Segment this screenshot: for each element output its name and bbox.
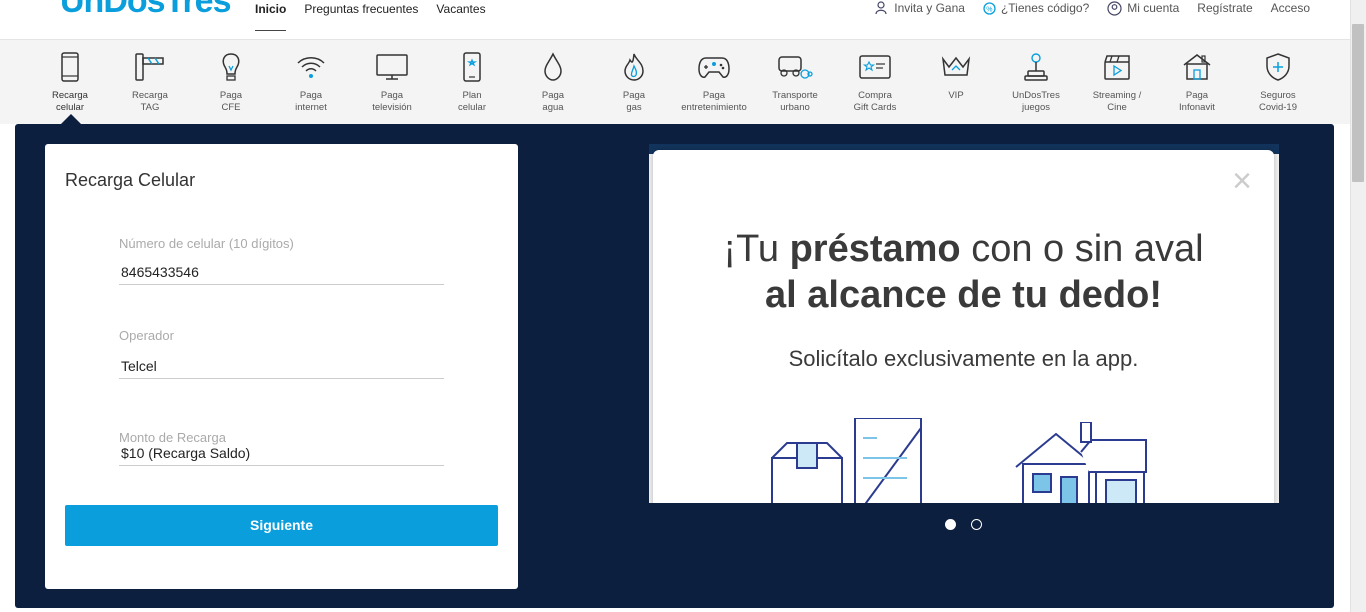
operator-label: Operador bbox=[119, 328, 174, 343]
bulb-icon bbox=[222, 53, 240, 81]
close-icon[interactable]: × bbox=[1232, 164, 1252, 198]
promo-banner[interactable]: × ¡Tu préstamo con o sin aval al alcance… bbox=[649, 144, 1279, 503]
invite-icon bbox=[875, 1, 887, 15]
top-navbar: UnDosTres Inicio Preguntas frecuentes Va… bbox=[0, 0, 1350, 40]
carousel-dot-2[interactable] bbox=[971, 519, 982, 530]
service-label: UnDosTres juegos bbox=[1012, 90, 1060, 113]
water-drop-icon bbox=[544, 52, 562, 81]
code-label: ¿Tienes código? bbox=[1000, 1, 1090, 15]
invite-link[interactable]: Invita y Gana bbox=[875, 0, 965, 16]
user-icon bbox=[1107, 0, 1122, 16]
promo-subtitle: Solicítalo exclusivamente en la app. bbox=[788, 346, 1139, 371]
account-nav: Invita y Gana % ¿Tienes código? Mi cuent… bbox=[857, 0, 1310, 16]
service-undostres-juegos[interactable]: UnDosTres juegos bbox=[996, 50, 1076, 113]
service-paga-gas[interactable]: Paga gas bbox=[594, 50, 674, 113]
service-streaming-cine[interactable]: Streaming / Cine bbox=[1077, 50, 1157, 113]
promo-line1-post: con o sin aval bbox=[960, 228, 1204, 270]
phone-input[interactable]: 8465433546 bbox=[119, 264, 444, 285]
main-nav: Inicio Preguntas frecuentes Vacantes bbox=[255, 0, 504, 40]
service-label: Streaming / Cine bbox=[1092, 90, 1142, 113]
phone-label: Número de celular (10 dígitos) bbox=[119, 236, 294, 251]
form-title: Recarga Celular bbox=[65, 170, 196, 190]
service-label: Transporte urbano bbox=[772, 90, 818, 113]
recharge-form-card: Recarga Celular Número de celular (10 dí… bbox=[45, 144, 518, 589]
code-link[interactable]: % ¿Tienes código? bbox=[983, 0, 1089, 16]
gamepad-icon bbox=[698, 57, 730, 78]
svg-text:%: % bbox=[986, 6, 992, 13]
service-recarga-tag[interactable]: Recarga TAG bbox=[110, 50, 190, 113]
crown-icon bbox=[941, 56, 971, 76]
service-paga-infonavit[interactable]: Paga Infonavit bbox=[1157, 50, 1237, 113]
toll-tag-icon bbox=[135, 53, 164, 81]
joystick-icon bbox=[1024, 53, 1048, 81]
my-account-label: Mi cuenta bbox=[1127, 1, 1180, 15]
service-paga-cfe[interactable]: Paga CFE bbox=[191, 50, 271, 113]
service-label: Paga internet bbox=[295, 90, 327, 113]
house-icon bbox=[1183, 54, 1211, 80]
service-plan-celular[interactable]: Plan celular bbox=[432, 50, 512, 113]
page-scrollbar[interactable] bbox=[1350, 0, 1366, 612]
carousel-dot-1[interactable] bbox=[945, 519, 956, 530]
promo-line1-bold: préstamo bbox=[789, 228, 961, 270]
login-link[interactable]: Acceso bbox=[1271, 0, 1310, 16]
promo-modal: × ¡Tu préstamo con o sin aval al alcance… bbox=[653, 150, 1274, 503]
amount-select[interactable]: $10 (Recarga Saldo) bbox=[119, 445, 444, 466]
service-paga-entretenimiento[interactable]: Paga entretenimiento bbox=[674, 50, 754, 113]
flame-icon bbox=[624, 53, 644, 81]
amount-label: Monto de Recarga bbox=[119, 430, 226, 445]
promo-line2: al alcance de tu dedo! bbox=[765, 274, 1162, 316]
tv-icon bbox=[376, 54, 408, 80]
service-transporte-urbano[interactable]: Transporte urbano bbox=[755, 50, 835, 113]
next-button[interactable]: Siguiente bbox=[65, 505, 498, 546]
scrollbar-thumb[interactable] bbox=[1352, 24, 1364, 182]
my-account-link[interactable]: Mi cuenta bbox=[1107, 0, 1179, 16]
service-label: Seguros Covid-19 bbox=[1258, 90, 1298, 113]
operator-select[interactable]: Telcel bbox=[119, 358, 444, 379]
service-label: Recarga celular bbox=[52, 90, 88, 113]
nav-preguntas-frecuentes[interactable]: Preguntas frecuentes bbox=[304, 0, 418, 31]
amount-field[interactable]: Monto de Recarga $10 (Recarga Saldo) bbox=[119, 430, 444, 466]
service-paga-internet[interactable]: Paga internet bbox=[271, 50, 351, 113]
service-label: Paga gas bbox=[622, 90, 646, 113]
promo-line1-pre: ¡Tu bbox=[723, 228, 790, 270]
services-bar: Recarga celular Recarga TAG Paga CFE Pag… bbox=[0, 40, 1350, 124]
service-seguros-covid[interactable]: Seguros Covid-19 bbox=[1238, 50, 1318, 113]
gift-card-icon bbox=[859, 55, 891, 79]
service-recarga-celular[interactable]: Recarga celular bbox=[30, 50, 110, 113]
register-link[interactable]: Regístrate bbox=[1197, 0, 1252, 16]
phone-field[interactable]: Número de celular (10 dígitos) 846543354… bbox=[119, 236, 444, 285]
code-icon: % bbox=[983, 1, 996, 15]
nav-inicio[interactable]: Inicio bbox=[255, 0, 287, 31]
service-paga-television[interactable]: Paga televisión bbox=[352, 50, 432, 113]
service-label: Paga agua bbox=[541, 90, 565, 113]
clapper-icon bbox=[1104, 55, 1130, 80]
transport-icon bbox=[778, 56, 813, 79]
wifi-icon bbox=[297, 57, 325, 78]
service-gift-cards[interactable]: Compra Gift Cards bbox=[835, 50, 915, 113]
operator-field[interactable]: Operador Telcel bbox=[119, 328, 444, 379]
nav-vacantes[interactable]: Vacantes bbox=[436, 0, 485, 31]
carousel-dots bbox=[945, 519, 997, 530]
service-label: VIP bbox=[948, 90, 964, 101]
service-label: Paga Infonavit bbox=[1179, 90, 1215, 113]
service-label: Paga entretenimiento bbox=[681, 90, 747, 113]
service-vip[interactable]: VIP bbox=[916, 50, 996, 102]
phone-plan-icon bbox=[463, 52, 481, 82]
service-label: Paga televisión bbox=[372, 90, 412, 113]
house-illustration bbox=[1015, 422, 1147, 503]
invite-label: Invita y Gana bbox=[894, 1, 965, 15]
service-label: Plan celular bbox=[458, 90, 486, 113]
service-paga-agua[interactable]: Paga agua bbox=[513, 50, 593, 113]
undostres-logo[interactable]: UnDosTres bbox=[60, 0, 231, 16]
promo-headline: ¡Tu préstamo con o sin aval al alcance d… bbox=[653, 226, 1274, 318]
phone-icon bbox=[61, 52, 79, 82]
shield-icon bbox=[1266, 53, 1290, 81]
box-illustration bbox=[771, 418, 922, 503]
service-label: Compra Gift Cards bbox=[853, 90, 897, 113]
service-label: Paga CFE bbox=[219, 90, 243, 113]
service-label: Recarga TAG bbox=[132, 90, 168, 113]
